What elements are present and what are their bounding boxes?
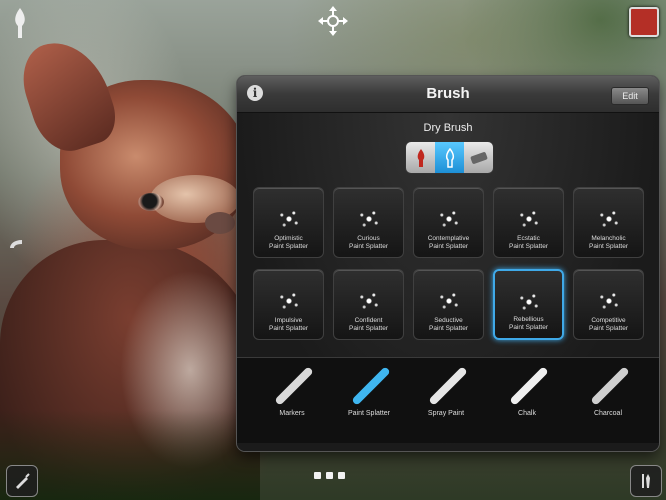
tool-category[interactable]: Chalk	[492, 362, 562, 417]
tool-icon	[578, 362, 638, 406]
brush-type: Paint Splatter	[268, 325, 309, 332]
brush-category-title: Dry Brush	[423, 122, 473, 134]
tool-category[interactable]: Markers	[257, 362, 327, 417]
splatter-preview-icon	[356, 209, 381, 229]
tool-icon	[339, 362, 399, 406]
tool-label: Spray Paint	[427, 410, 465, 417]
brush-name: Optimistic	[274, 235, 303, 242]
brush-tool-icon[interactable]	[6, 465, 38, 497]
brush-mode-segmented-control	[405, 141, 494, 174]
tool-icon	[262, 362, 322, 406]
brush-tile-label: Seductive Paint Splatter	[414, 317, 483, 333]
brush-tile[interactable]: Ecstatic Paint Splatter	[493, 187, 564, 258]
grass-art	[0, 410, 260, 500]
brush-tile[interactable]: Rebellious Paint Splatter	[493, 269, 564, 340]
dry-brush-mode-icon[interactable]	[435, 142, 464, 173]
tool-icon	[416, 362, 476, 406]
brush-name: Seductive	[434, 317, 463, 324]
eraser-mode-icon[interactable]	[464, 142, 493, 173]
tool-icon	[497, 362, 557, 406]
brush-tile-label: Rebellious Paint Splatter	[495, 316, 562, 332]
tools-icon[interactable]	[630, 465, 662, 497]
brush-tile-label: Curious Paint Splatter	[334, 235, 403, 251]
brush-type: Paint Splatter	[588, 243, 629, 250]
brush-tile-label: Ecstatic Paint Splatter	[494, 235, 563, 251]
edit-button[interactable]: Edit	[611, 87, 649, 105]
fox-nose-art	[205, 212, 235, 234]
brush-name: Impulsive	[274, 317, 303, 324]
splatter-preview-icon	[516, 209, 541, 229]
dot	[338, 472, 345, 479]
brush-type: Paint Splatter	[348, 243, 389, 250]
brush-type: Paint Splatter	[428, 243, 469, 250]
current-color-swatch[interactable]	[629, 7, 659, 37]
splatter-preview-icon	[516, 292, 541, 312]
brush-tile[interactable]: Seductive Paint Splatter	[413, 269, 484, 340]
brush-type: Paint Splatter	[588, 325, 629, 332]
more-dots[interactable]	[314, 472, 345, 479]
brush-name: Rebellious	[513, 316, 544, 323]
brush-icon[interactable]	[8, 6, 32, 40]
brush-name: Ecstatic	[517, 235, 540, 242]
brush-tile[interactable]: Competitive Paint Splatter	[573, 269, 644, 340]
handle-icon[interactable]	[8, 236, 24, 262]
splatter-preview-icon	[436, 209, 461, 229]
brush-tile-label: Optimistic Paint Splatter	[254, 235, 323, 251]
tool-category[interactable]: Spray Paint	[411, 362, 481, 417]
tool-stick-icon	[590, 366, 630, 406]
tool-label: Paint Splatter	[347, 410, 391, 417]
tool-stick-icon	[351, 366, 391, 406]
panel-title: Brush	[426, 85, 470, 102]
brush-tile[interactable]: Contemplative Paint Splatter	[413, 187, 484, 258]
tool-label: Markers	[279, 410, 305, 417]
brush-panel: i Brush Edit Dry Brush Optimistic Paint S…	[237, 76, 659, 451]
brush-tile[interactable]: Curious Paint Splatter	[333, 187, 404, 258]
brush-tile-label: Contemplative Paint Splatter	[414, 235, 483, 251]
tool-stick-icon	[509, 366, 549, 406]
panel-body: Dry Brush Optimistic Paint Splatter Curiou…	[237, 113, 659, 451]
tool-label: Charcoal	[593, 410, 622, 417]
brush-type: Paint Splatter	[508, 243, 549, 250]
brush-type: Paint Splatter	[268, 243, 309, 250]
brush-tile[interactable]: Impulsive Paint Splatter	[253, 269, 324, 340]
paint-brush-mode-icon[interactable]	[406, 142, 435, 173]
fox-eye-art	[138, 193, 164, 211]
panel-header: i Brush Edit	[237, 76, 659, 113]
dot	[314, 472, 321, 479]
brush-tile[interactable]: Optimistic Paint Splatter	[253, 187, 324, 258]
splatter-preview-icon	[596, 209, 621, 229]
brush-name: Contemplative	[427, 235, 470, 242]
splatter-preview-icon	[276, 291, 301, 311]
brush-type: Paint Splatter	[428, 325, 469, 332]
brush-tile[interactable]: Melancholic Paint Splatter	[573, 187, 644, 258]
brush-tile-label: Competitive Paint Splatter	[574, 317, 643, 333]
brush-tile-label: Impulsive Paint Splatter	[254, 317, 323, 333]
brush-tile-label: Confident Paint Splatter	[334, 317, 403, 333]
brush-name: Competitive	[591, 317, 626, 324]
brush-name: Confident	[354, 317, 383, 324]
tool-category[interactable]: Charcoal	[573, 362, 643, 417]
splatter-preview-icon	[276, 209, 301, 229]
brush-tile-label: Melancholic Paint Splatter	[574, 235, 643, 251]
brush-type: Paint Splatter	[348, 325, 389, 332]
dot	[326, 472, 333, 479]
brush-name: Curious	[357, 235, 380, 242]
splatter-preview-icon	[436, 291, 461, 311]
tool-category-bar: Markers Paint Splatter Spray Paint Chalk Cha…	[237, 357, 659, 443]
brush-name: Melancholic	[591, 235, 626, 242]
splatter-preview-icon	[356, 291, 381, 311]
tool-category[interactable]: Paint Splatter	[334, 362, 404, 417]
tool-label: Chalk	[518, 410, 536, 417]
tool-stick-icon	[428, 366, 468, 406]
brush-tile[interactable]: Confident Paint Splatter	[333, 269, 404, 340]
tool-stick-icon	[274, 366, 314, 406]
brush-grid: Optimistic Paint Splatter Curious Paint Spl…	[253, 187, 644, 340]
brush-type: Paint Splatter	[508, 324, 549, 331]
splatter-preview-icon	[596, 291, 621, 311]
move-icon[interactable]	[316, 4, 350, 38]
